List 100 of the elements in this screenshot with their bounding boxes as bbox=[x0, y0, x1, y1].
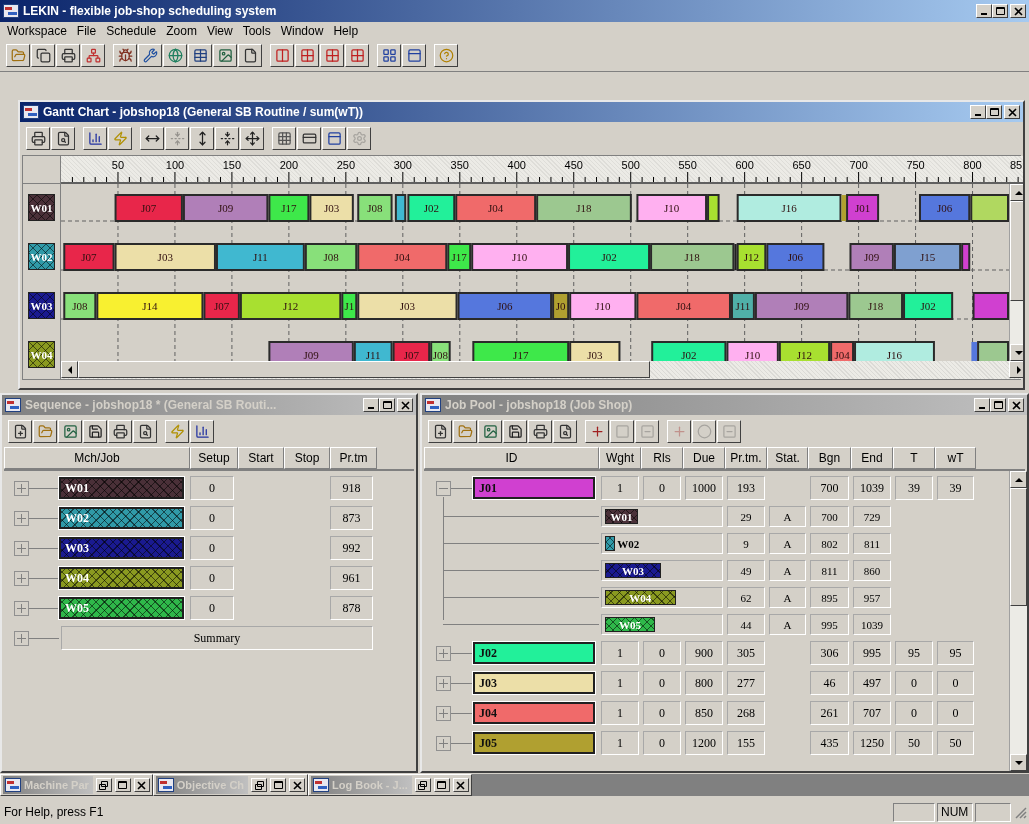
bar-label: J04 bbox=[834, 349, 850, 361]
table-cell: 900 bbox=[685, 641, 723, 665]
table-cell: 0 bbox=[190, 476, 234, 500]
summary-cell[interactable]: Summary bbox=[61, 626, 373, 650]
bar-label: J10 bbox=[512, 251, 528, 263]
bar-label: J02 bbox=[423, 202, 439, 214]
table-cell: 0 bbox=[643, 671, 681, 695]
operation-cell[interactable]: W03 bbox=[601, 560, 723, 581]
table-cell: 1250 bbox=[853, 731, 891, 755]
table-cell: 193 bbox=[727, 476, 765, 500]
bar-label: J17 bbox=[281, 202, 297, 214]
column-header[interactable]: Due bbox=[683, 447, 725, 469]
bar-label: J12 bbox=[796, 349, 813, 361]
column-header[interactable]: Mch/Job bbox=[4, 447, 190, 469]
column-header[interactable]: Stop bbox=[284, 447, 330, 469]
bar-label: J09 bbox=[794, 300, 810, 312]
table-cell: 0 bbox=[895, 701, 933, 725]
job-swatch[interactable]: J03 bbox=[473, 672, 595, 694]
operation-cell[interactable]: W01 bbox=[601, 506, 723, 527]
bar-label: J10 bbox=[745, 349, 761, 361]
menu-item[interactable]: Schedule bbox=[101, 24, 162, 38]
column-header[interactable]: Setup bbox=[190, 447, 238, 469]
table-cell: 707 bbox=[853, 701, 891, 725]
bar-label: J04 bbox=[394, 251, 410, 263]
menu-item[interactable]: Window bbox=[275, 24, 329, 38]
menu-item[interactable]: Workspace bbox=[2, 24, 72, 38]
table-cell: 1039 bbox=[853, 476, 891, 500]
table-cell: 802 bbox=[810, 533, 849, 554]
table-cell: 1039 bbox=[853, 614, 891, 635]
bar-label: J10 bbox=[664, 202, 680, 214]
machine-swatch[interactable]: W03 bbox=[59, 537, 184, 559]
tick-label: 250 bbox=[336, 159, 355, 171]
table-cell: 1200 bbox=[685, 731, 723, 755]
tick-label: 750 bbox=[906, 159, 925, 171]
column-header[interactable]: Wght bbox=[599, 447, 641, 469]
bar-label: J14 bbox=[142, 300, 158, 312]
bar-label: J02 bbox=[920, 300, 936, 312]
column-header[interactable]: Rls bbox=[641, 447, 683, 469]
menu-item[interactable]: Help bbox=[328, 24, 364, 38]
table-cell: 95 bbox=[937, 641, 974, 665]
table-cell: 895 bbox=[810, 587, 849, 608]
table-cell: 992 bbox=[330, 536, 373, 560]
job-swatch[interactable]: J05 bbox=[473, 732, 595, 754]
column-header[interactable]: Start bbox=[238, 447, 284, 469]
column-header[interactable]: wT bbox=[935, 447, 976, 469]
bar-label: J07 bbox=[403, 349, 419, 361]
table-cell: 700 bbox=[810, 476, 849, 500]
column-header[interactable]: Pr.tm bbox=[330, 447, 377, 469]
table-cell: 0 bbox=[937, 701, 974, 725]
job-swatch[interactable]: J02 bbox=[473, 642, 595, 664]
table-cell: 850 bbox=[685, 701, 723, 725]
table-cell: 50 bbox=[937, 731, 974, 755]
column-header[interactable]: ID bbox=[424, 447, 599, 469]
job-swatch[interactable]: J01 bbox=[473, 477, 595, 499]
table-cell: 957 bbox=[853, 587, 891, 608]
table-cell: 1000 bbox=[685, 476, 723, 500]
table-cell: 1 bbox=[601, 671, 639, 695]
table-cell: 0 bbox=[643, 476, 681, 500]
operation-cell[interactable]: W02 bbox=[601, 533, 723, 554]
bar-label: J01 bbox=[854, 202, 871, 214]
table-cell: 305 bbox=[727, 641, 765, 665]
machine-tag: W04 bbox=[28, 341, 55, 368]
bar-label: J08 bbox=[367, 202, 383, 214]
tick-label: 500 bbox=[621, 159, 640, 171]
job-swatch[interactable]: J04 bbox=[473, 702, 595, 724]
table-cell: 44 bbox=[727, 614, 765, 635]
table-cell: A bbox=[769, 587, 806, 608]
bar-label: J16 bbox=[781, 202, 797, 214]
machine-label: W02 bbox=[617, 537, 640, 550]
table-cell: 155 bbox=[727, 731, 765, 755]
bar-label: J15 bbox=[919, 251, 936, 263]
column-header[interactable]: Stat. bbox=[767, 447, 808, 469]
bar-label: J04 bbox=[488, 202, 504, 214]
menu-item[interactable]: File bbox=[71, 24, 102, 38]
tick-label: 85 bbox=[1009, 159, 1023, 171]
bar-label: J08 bbox=[72, 300, 88, 312]
menu-item[interactable]: Zoom bbox=[161, 24, 202, 38]
bar-label: J18 bbox=[684, 251, 700, 263]
table-cell: 995 bbox=[853, 641, 891, 665]
table-cell: 0 bbox=[895, 671, 933, 695]
table-cell: 46 bbox=[810, 671, 849, 695]
column-header[interactable]: Bgn bbox=[808, 447, 851, 469]
bar-label: J11 bbox=[365, 349, 381, 361]
menu-item[interactable]: Tools bbox=[237, 24, 276, 38]
column-header[interactable]: End bbox=[851, 447, 893, 469]
bar-label: J07 bbox=[141, 202, 157, 214]
machine-bar: W04 bbox=[605, 590, 676, 605]
table-cell: 1 bbox=[601, 731, 639, 755]
menu-item[interactable]: View bbox=[201, 24, 238, 38]
machine-swatch[interactable]: W01 bbox=[59, 477, 184, 499]
table-cell: 9 bbox=[727, 533, 765, 554]
machine-bar: W03 bbox=[605, 563, 661, 578]
table-cell: 435 bbox=[810, 731, 849, 755]
column-header[interactable]: Pr.tm. bbox=[725, 447, 767, 469]
tick-label: 200 bbox=[279, 159, 299, 171]
window-title: LEKIN - flexible job-shop scheduling system bbox=[23, 4, 277, 18]
tick-label: 350 bbox=[450, 159, 469, 171]
bar-label: J12 bbox=[282, 300, 299, 312]
column-header[interactable]: T bbox=[893, 447, 935, 469]
table-cell: 268 bbox=[727, 701, 765, 725]
